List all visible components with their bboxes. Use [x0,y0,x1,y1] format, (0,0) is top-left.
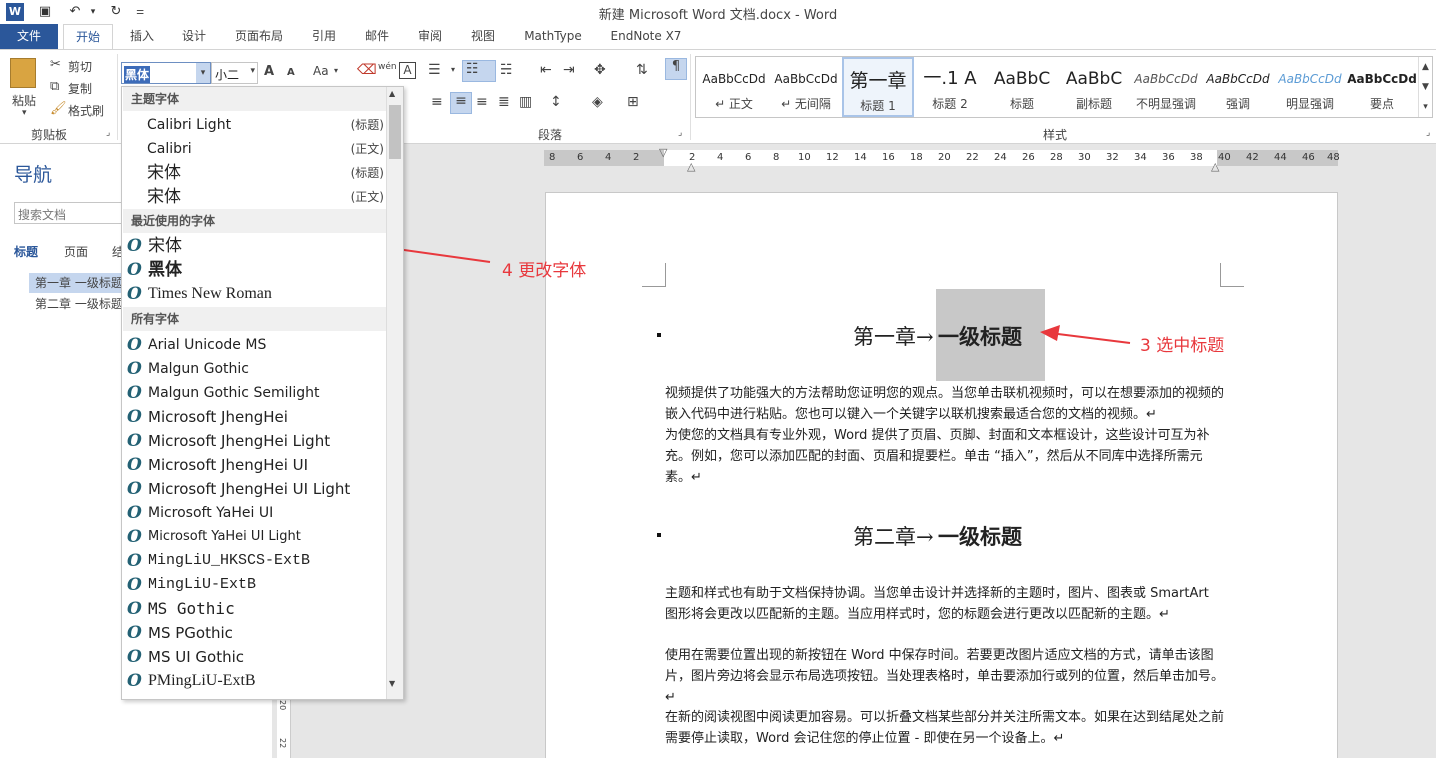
font-option[interactable]: O MingLiU_HKSCS-ExtB [123,549,386,573]
font-option[interactable]: O MS PGothic [123,621,386,645]
font-option-name: 宋体 [147,163,181,183]
font-option-name: Microsoft YaHei UI Light [148,529,301,544]
opentype-icon: O [127,407,142,427]
font-option[interactable]: O Microsoft JhengHei UI Light [123,477,386,501]
scroll-down-icon[interactable]: ▼ [389,679,395,688]
font-option[interactable]: O Malgun Gothic [123,357,386,381]
opentype-icon: O [127,575,142,595]
font-option-name: MingLiU-ExtB [148,576,257,593]
font-option-tag: (正文) [350,190,384,204]
font-option[interactable]: O PMingLiU-ExtB [123,669,386,693]
font-option[interactable]: Calibri Light (标题) [123,113,386,137]
font-option-tag: (标题) [350,166,384,180]
opentype-icon: O [127,671,142,691]
font-option-name: 黑体 [148,260,182,280]
font-option-name: Microsoft JhengHei [148,408,288,426]
opentype-icon: O [127,236,142,256]
opentype-icon: O [127,599,142,619]
font-option-name: MS Gothic [148,599,235,618]
font-option[interactable]: O Microsoft JhengHei Light [123,429,386,453]
font-option-name: 宋体 [147,187,181,207]
opentype-icon: O [127,284,142,304]
opentype-icon: O [127,503,142,523]
dropdown-section-all: 所有字体 [123,307,386,331]
annotation-label-3: 3 选中标题 [1140,336,1225,356]
font-option[interactable]: 宋体 (正文) [123,185,386,209]
dropdown-section-recent: 最近使用的字体 [123,209,386,233]
font-option-name: Microsoft JhengHei UI Light [148,480,351,498]
font-option-tag: (标题) [350,118,384,132]
font-option-name: 宋体 [148,236,182,256]
opentype-icon: O [127,431,142,451]
opentype-icon: O [127,647,142,667]
font-option-name: Malgun Gothic Semilight [148,385,320,401]
dropdown-scrollbar[interactable]: ▲ ▼ [386,87,403,699]
font-option-name: MS UI Gothic [148,648,245,666]
scroll-thumb[interactable] [389,105,401,159]
font-option[interactable]: Calibri (正文) [123,137,386,161]
font-option[interactable]: O 黑体 [123,258,386,282]
font-option-name: Calibri [147,141,192,157]
font-option[interactable]: O Microsoft YaHei UI [123,501,386,525]
font-option-name: Microsoft YaHei UI [148,505,274,521]
annotation-arrow-3 [1049,332,1131,344]
scroll-up-icon[interactable]: ▲ [389,89,395,98]
font-option-name: Microsoft JhengHei UI [148,456,309,474]
font-option[interactable]: O Microsoft JhengHei UI [123,453,386,477]
font-option-name: Microsoft JhengHei Light [148,432,331,450]
annotation-label-4: 4 更改字体 [502,261,587,281]
opentype-icon: O [127,623,142,643]
opentype-icon: O [127,359,142,379]
font-option[interactable]: O Microsoft YaHei UI Light [123,525,386,549]
font-option-name: MingLiU_HKSCS-ExtB [148,552,311,569]
dropdown-section-theme: 主题字体 [123,87,386,111]
opentype-icon: O [127,551,142,571]
font-option-name: MS PGothic [148,624,233,642]
opentype-icon: O [127,455,142,475]
opentype-icon: O [127,479,142,499]
font-option[interactable]: O MingLiU-ExtB [123,573,386,597]
annotation-arrowhead-3 [1040,325,1060,341]
font-dropdown[interactable]: 主题字体 Calibri Light (标题) Calibri (正文) 宋体 (标题… [121,86,404,700]
font-option[interactable]: O 宋体 [123,234,386,258]
font-option[interactable]: 宋体 (标题) [123,161,386,185]
font-option-tag: (正文) [350,142,384,156]
opentype-icon: O [127,527,142,547]
opentype-icon: O [127,383,142,403]
font-option-name: Malgun Gothic [148,361,249,377]
font-option[interactable]: O Malgun Gothic Semilight [123,381,386,405]
opentype-icon: O [127,335,142,355]
opentype-icon: O [127,260,142,280]
font-option[interactable]: O Microsoft JhengHei [123,405,386,429]
font-option[interactable]: O MS Gothic [123,597,386,621]
font-option[interactable]: O Arial Unicode MS [123,333,386,357]
font-option-name: PMingLiU-ExtB [148,672,256,689]
font-option-name: Calibri Light [147,117,232,133]
font-option-name: Times New Roman [148,285,272,302]
font-option[interactable]: O Times New Roman [123,282,386,306]
font-option[interactable]: O MS UI Gothic [123,645,386,669]
font-option-name: Arial Unicode MS [148,337,267,353]
